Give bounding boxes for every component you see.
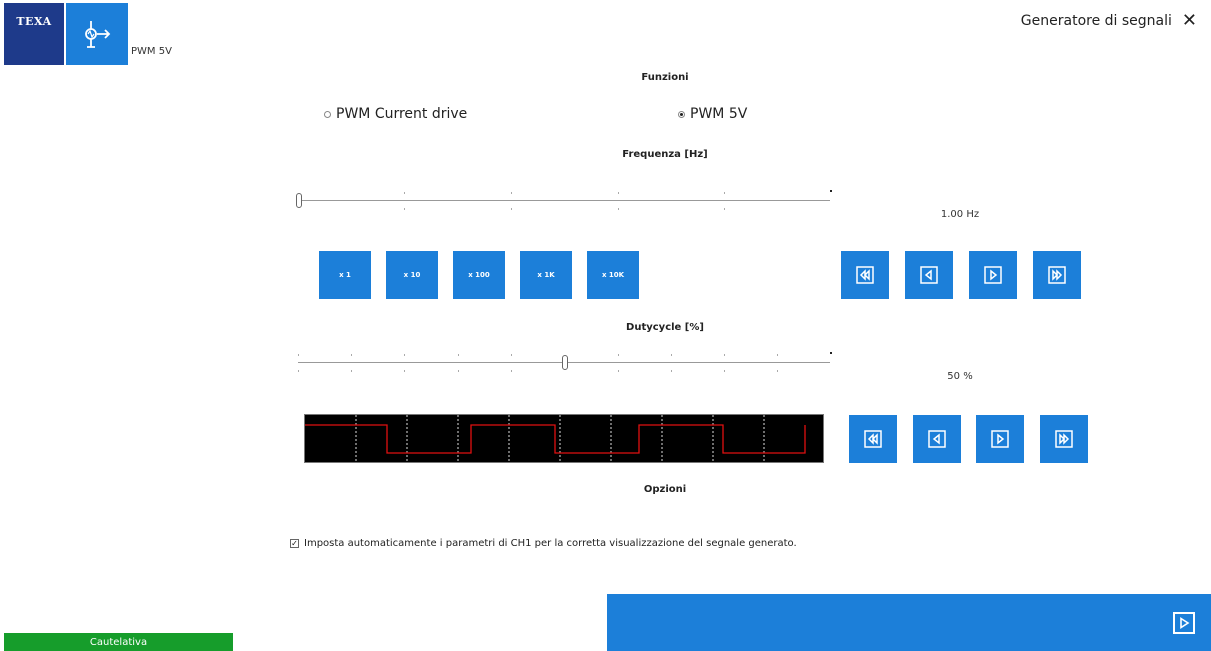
dutycycle-fast-increase-button[interactable] (1040, 415, 1088, 463)
tick (458, 354, 459, 356)
tick (724, 208, 725, 210)
multiplier-x1k-button[interactable]: x 1K (520, 251, 572, 299)
fast-rewind-icon (856, 266, 874, 284)
multiplier-x100-button[interactable]: x 100 (453, 251, 505, 299)
frequency-fast-increase-button[interactable] (1033, 251, 1081, 299)
step-back-icon (920, 266, 938, 284)
tick (777, 354, 778, 356)
slider-track (298, 200, 830, 201)
window-title-bar: Generatore di segnali ✕ (1021, 10, 1197, 31)
frequency-slider[interactable] (296, 190, 832, 212)
signal-generator-icon (66, 3, 128, 65)
radio-pwm-5v[interactable]: PWM 5V (678, 106, 747, 122)
tick (671, 354, 672, 356)
start-generation-bar[interactable] (607, 594, 1211, 651)
multiplier-x10-button[interactable]: x 10 (386, 251, 438, 299)
tick (777, 370, 778, 372)
tick (830, 352, 832, 354)
tick (511, 354, 512, 356)
tick (618, 208, 619, 210)
frequency-decrease-button[interactable] (905, 251, 953, 299)
dutycycle-title: Dutycycle [%] (626, 322, 704, 333)
signal-preview-scope (304, 414, 824, 463)
close-icon[interactable]: ✕ (1182, 10, 1197, 31)
window-title: Generatore di segnali (1020, 12, 1172, 29)
tick (404, 354, 405, 356)
tick (511, 192, 512, 194)
tick (618, 354, 619, 356)
tick (724, 370, 725, 372)
tick (724, 354, 725, 356)
tick (298, 370, 299, 372)
tick (351, 370, 352, 372)
fast-forward-icon (1055, 430, 1073, 448)
start-play-button[interactable] (1173, 612, 1195, 634)
auto-params-option[interactable]: ✓ Imposta automaticamente i parametri di… (290, 538, 797, 549)
texa-logo-text: TEXA (16, 15, 52, 28)
auto-params-checkbox[interactable]: ✓ (290, 539, 299, 548)
fast-rewind-icon (864, 430, 882, 448)
play-icon (1180, 617, 1190, 629)
radio-label: PWM Current drive (336, 106, 468, 122)
tick (298, 354, 299, 356)
dutycycle-value: 50 % (947, 371, 973, 382)
status-badge: Cautelativa (4, 633, 233, 651)
dutycycle-decrease-button[interactable] (913, 415, 961, 463)
tick (724, 192, 725, 194)
radio-label: PWM 5V (690, 106, 748, 122)
step-forward-icon (991, 430, 1009, 448)
frequency-fast-decrease-button[interactable] (841, 251, 889, 299)
tick (351, 354, 352, 356)
dutycycle-fast-decrease-button[interactable] (849, 415, 897, 463)
tick (404, 208, 405, 210)
tick (830, 190, 832, 192)
module-subtitle: PWM 5V (131, 46, 172, 57)
radio-indicator[interactable] (324, 110, 331, 118)
tick (618, 192, 619, 194)
tick (618, 370, 619, 372)
frequency-value: 1.00 Hz (940, 209, 980, 220)
tick (671, 370, 672, 372)
multiplier-x1-button[interactable]: x 1 (319, 251, 371, 299)
step-forward-icon (984, 266, 1002, 284)
radio-pwm-current-drive[interactable]: PWM Current drive (324, 106, 467, 122)
dutycycle-increase-button[interactable] (976, 415, 1024, 463)
auto-params-label: Imposta automaticamente i parametri di C… (304, 538, 797, 549)
slider-thumb[interactable] (296, 193, 302, 208)
tick (404, 192, 405, 194)
fast-forward-icon (1048, 266, 1066, 284)
functions-title: Funzioni (641, 72, 689, 83)
frequency-increase-button[interactable] (969, 251, 1017, 299)
tick (458, 370, 459, 372)
options-title: Opzioni (643, 484, 687, 495)
frequency-title: Frequenza [Hz] (622, 149, 708, 160)
dutycycle-slider[interactable] (296, 352, 832, 374)
radio-indicator[interactable] (678, 110, 685, 118)
tick (404, 370, 405, 372)
texa-logo: TEXA (4, 3, 64, 65)
status-label: Cautelativa (89, 636, 148, 648)
multiplier-x10k-button[interactable]: x 10K (587, 251, 639, 299)
slider-thumb[interactable] (562, 355, 568, 370)
tick (511, 370, 512, 372)
tick (511, 208, 512, 210)
signal-waveform (305, 415, 806, 462)
step-back-icon (928, 430, 946, 448)
